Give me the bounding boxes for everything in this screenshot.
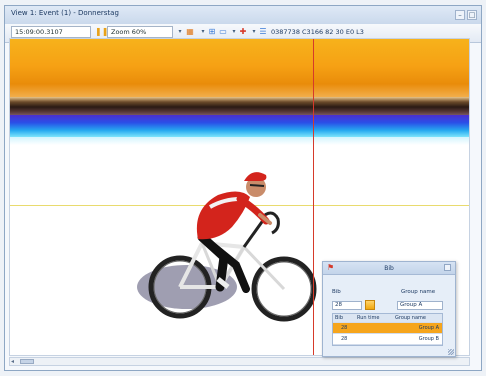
column-header-group-name[interactable]: Group name (395, 314, 426, 323)
resize-grip[interactable] (448, 349, 454, 355)
maximize-icon[interactable]: □ (467, 10, 477, 20)
horizontal-scrollbar[interactable]: ◂ (9, 357, 470, 366)
bib-panel: ⚑ Bib Bib Group name 28 Group A Bib Run … (322, 261, 456, 357)
cell-bib: 28 (341, 336, 348, 342)
monitor-icon[interactable]: ▭ (218, 27, 228, 37)
bib-panel-title: Bib (384, 265, 394, 272)
grid-icon[interactable]: ⊞ (207, 27, 217, 37)
table-header: Bib Run time Group name (333, 314, 442, 323)
bib-label: Bib (332, 289, 341, 295)
group-name-label: Group name (401, 289, 436, 295)
scroll-thumb[interactable] (20, 359, 34, 364)
cross-icon[interactable]: ✚ (238, 27, 248, 37)
bib-input[interactable]: 28 (332, 301, 362, 310)
background-band-dark (10, 97, 469, 117)
title-bar: View 1: Event (1) - Donnerstag – □ (5, 6, 481, 25)
cell-bib: 28 (341, 325, 348, 331)
bib-panel-titlebar[interactable]: ⚑ Bib (323, 262, 455, 275)
minimize-icon[interactable]: – (455, 10, 465, 20)
background-band-orange (10, 39, 469, 99)
camera-icon[interactable]: ▦ (185, 27, 195, 37)
zoom-select[interactable]: Zoom 60% (107, 26, 173, 38)
column-header-run-time[interactable]: Run time (357, 314, 379, 323)
cell-group: Group A (418, 325, 439, 331)
status-text: 0387738 C3166 82 30 E0 L3 (271, 28, 364, 36)
cell-group: Group B (418, 336, 439, 342)
time-field[interactable]: 15:09:00.3107 (11, 26, 91, 38)
bib-apply-button[interactable] (365, 300, 375, 310)
list-icon[interactable]: ☰ (258, 27, 268, 37)
column-header-bib[interactable]: Bib (335, 314, 343, 323)
chevron-down-icon[interactable]: ▾ (175, 27, 185, 37)
scroll-left-icon[interactable]: ◂ (11, 358, 14, 366)
close-icon[interactable] (444, 264, 451, 271)
table-row[interactable]: 28 Group A (333, 323, 442, 334)
background-band-blue (10, 115, 469, 137)
cyclist-image (137, 172, 317, 322)
window-title: View 1: Event (1) - Donnerstag (11, 9, 119, 17)
finish-line[interactable] (313, 39, 314, 355)
group-select[interactable]: Group A (397, 301, 443, 310)
table-row[interactable]: 28 Group B (333, 334, 442, 345)
pause-icon[interactable]: ❚❚ (95, 27, 108, 37)
bib-table: Bib Run time Group name 28 Group A 28 Gr… (332, 313, 443, 346)
